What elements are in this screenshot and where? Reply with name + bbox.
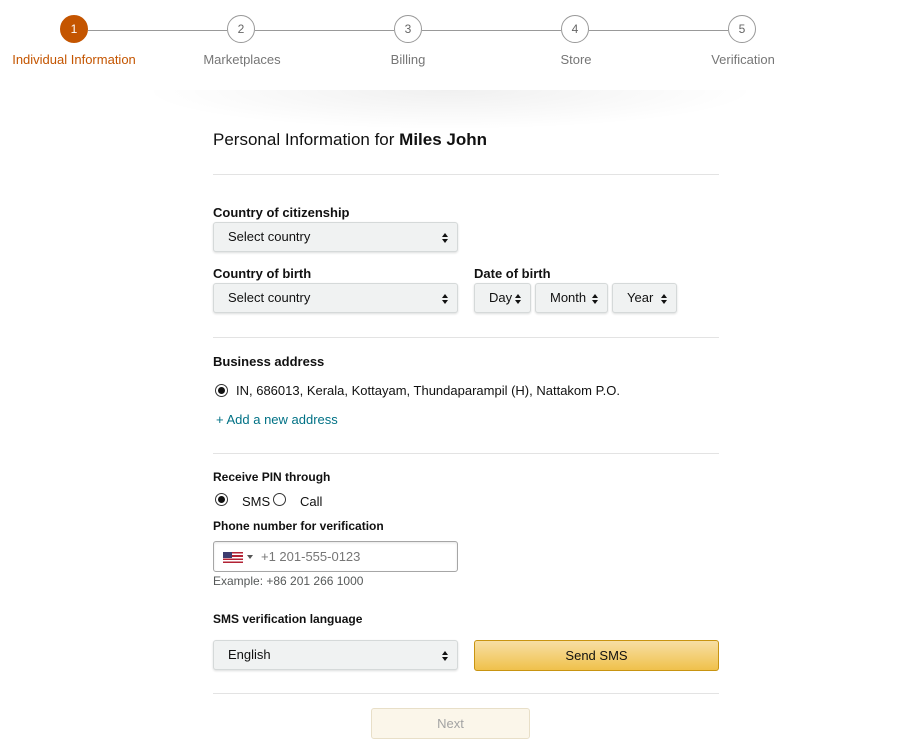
sms-language-label: SMS verification language bbox=[213, 612, 363, 626]
select-arrows-icon bbox=[442, 233, 448, 243]
step-5-circle: 5 bbox=[728, 15, 756, 43]
step-3-label: Billing bbox=[390, 52, 426, 67]
phone-example: Example: +86 201 266 1000 bbox=[213, 574, 364, 588]
step-5-label: Verification bbox=[711, 52, 775, 67]
sms-language-select[interactable]: English bbox=[213, 640, 458, 670]
caret-down-icon[interactable] bbox=[247, 555, 253, 559]
call-radio[interactable] bbox=[273, 493, 286, 506]
sms-option-label: SMS bbox=[242, 494, 271, 509]
citizenship-select-value: Select country bbox=[228, 229, 311, 244]
stepper-connector bbox=[422, 30, 561, 31]
sms-radio[interactable] bbox=[215, 493, 228, 506]
send-sms-button[interactable]: Send SMS bbox=[474, 640, 719, 671]
dob-day-select[interactable]: Day bbox=[474, 283, 531, 313]
divider bbox=[213, 453, 719, 454]
birth-country-select-value: Select country bbox=[228, 290, 311, 305]
divider bbox=[213, 337, 719, 338]
business-address-label: Business address bbox=[213, 354, 325, 369]
sms-language-value: English bbox=[228, 647, 271, 662]
dob-year-value: Year bbox=[627, 290, 654, 305]
stepper-connector bbox=[255, 30, 394, 31]
divider bbox=[213, 174, 719, 175]
page-title: Personal Information for Miles John bbox=[213, 130, 487, 150]
us-flag-icon[interactable] bbox=[223, 552, 243, 563]
header-shadow bbox=[140, 90, 760, 130]
step-2-circle: 2 bbox=[227, 15, 255, 43]
birth-country-label: Country of birth bbox=[213, 266, 312, 281]
page-title-prefix: Personal Information for bbox=[213, 130, 400, 149]
birth-country-select[interactable]: Select country bbox=[213, 283, 458, 313]
step-3-circle: 3 bbox=[394, 15, 422, 43]
select-arrows-icon bbox=[515, 294, 521, 304]
receive-pin-label: Receive PIN through bbox=[213, 470, 331, 484]
divider bbox=[213, 693, 719, 694]
stepper-connector bbox=[589, 30, 728, 31]
step-4-circle: 4 bbox=[561, 15, 589, 43]
phone-placeholder: +1 201-555-0123 bbox=[261, 549, 361, 564]
phone-input[interactable]: +1 201-555-0123 bbox=[213, 541, 458, 572]
dob-month-value: Month bbox=[550, 290, 587, 305]
dob-year-select[interactable]: Year bbox=[612, 283, 677, 313]
address-text: IN, 686013, Kerala, Kottayam, Thundapara… bbox=[236, 383, 620, 398]
select-arrows-icon bbox=[442, 651, 448, 661]
select-arrows-icon bbox=[442, 294, 448, 304]
phone-label: Phone number for verification bbox=[213, 519, 384, 533]
step-2-label: Marketplaces bbox=[203, 52, 281, 67]
step-1-circle: 1 bbox=[60, 15, 88, 43]
step-4-label: Store bbox=[560, 52, 592, 67]
citizenship-select[interactable]: Select country bbox=[213, 222, 458, 252]
date-of-birth-label: Date of birth bbox=[474, 266, 551, 281]
select-arrows-icon bbox=[592, 294, 598, 304]
stepper-connector bbox=[88, 30, 227, 31]
dob-month-select[interactable]: Month bbox=[535, 283, 608, 313]
select-arrows-icon bbox=[661, 294, 667, 304]
call-option-label: Call bbox=[300, 494, 323, 509]
step-1-label: Individual Information bbox=[12, 52, 136, 67]
progress-stepper: 1 2 3 4 5 Individual Information Marketp… bbox=[0, 0, 901, 90]
next-button[interactable]: Next bbox=[371, 708, 530, 739]
citizenship-label: Country of citizenship bbox=[213, 205, 350, 220]
address-radio[interactable] bbox=[215, 384, 228, 397]
dob-day-value: Day bbox=[489, 290, 513, 305]
seller-name: Miles John bbox=[399, 130, 488, 149]
add-address-link[interactable]: + Add a new address bbox=[216, 412, 338, 427]
